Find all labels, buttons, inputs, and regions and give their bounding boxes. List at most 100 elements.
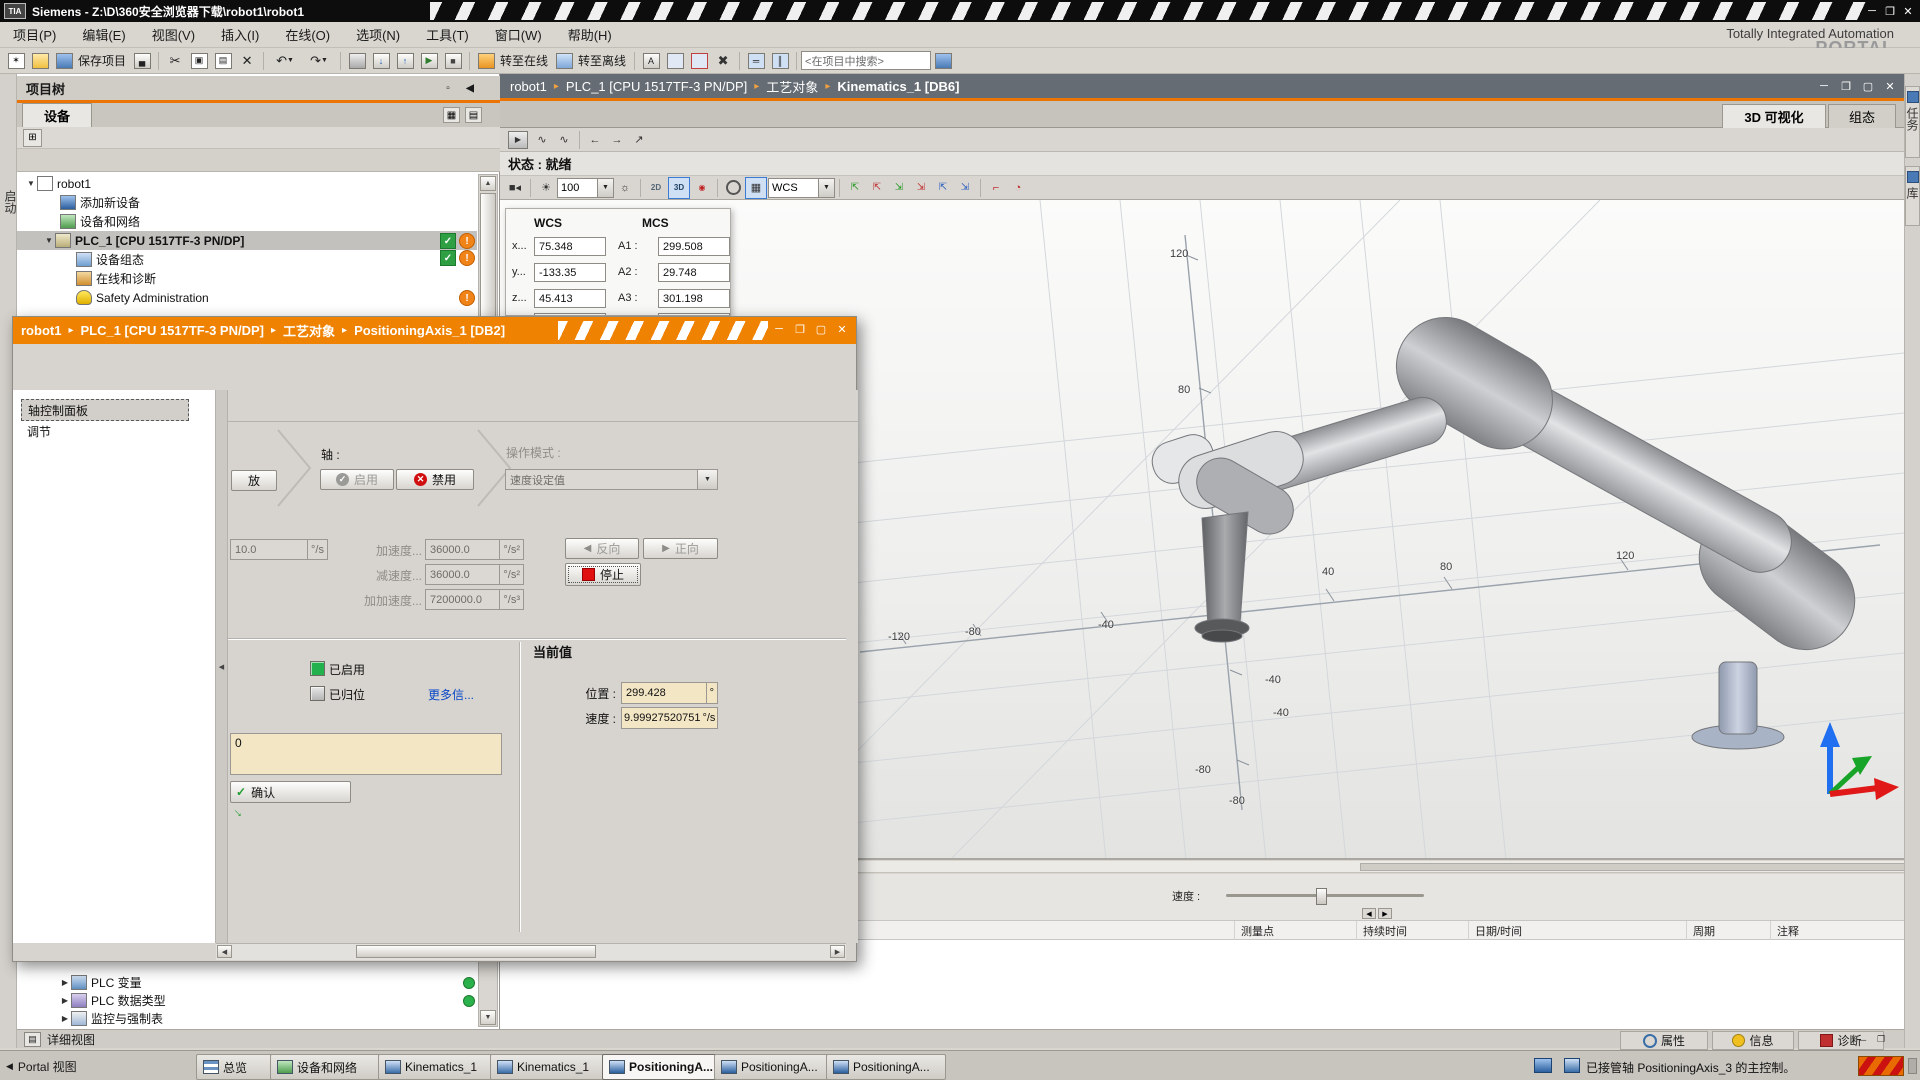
- view-yx-icon[interactable]: ⇱: [933, 178, 953, 198]
- breadcrumb-item-current[interactable]: PositioningAxis_1 [DB2]: [354, 323, 505, 338]
- scrollbar-thumb[interactable]: [356, 945, 596, 958]
- menu-project[interactable]: 项目(P): [0, 22, 69, 47]
- window-hscrollbar[interactable]: ◀ ▶: [216, 943, 846, 960]
- taskbar-item-positioningaxis3[interactable]: PositioningA...: [826, 1054, 946, 1080]
- tab-devices[interactable]: 设备: [22, 103, 92, 127]
- decel-field[interactable]: 36000.0 °/s²: [425, 564, 524, 585]
- expander-icon[interactable]: ▼: [25, 179, 37, 188]
- enable-button[interactable]: ✓ 启用: [320, 469, 394, 490]
- view-3d-target-icon[interactable]: ◉: [692, 178, 712, 198]
- breadcrumb-item-current[interactable]: Kinematics_1 [DB6]: [837, 79, 959, 94]
- scroll-down-icon[interactable]: ▼: [480, 1010, 496, 1025]
- column-header[interactable]: 持续时间: [1356, 921, 1475, 941]
- detail-view-bar[interactable]: ▤ 详细视图: [17, 1029, 500, 1048]
- window-minimize-icon[interactable]: ─: [771, 321, 787, 337]
- step-back-icon[interactable]: ←: [585, 130, 605, 150]
- stop-simulation-icon[interactable]: [688, 51, 710, 71]
- taskbar-item-kinematics1[interactable]: Kinematics_1: [378, 1054, 498, 1080]
- dropdown-icon[interactable]: ▼: [818, 179, 834, 197]
- split-vertical-icon[interactable]: ║: [769, 51, 791, 71]
- collapse-panel-icon[interactable]: ◀: [462, 80, 478, 96]
- go-online-label[interactable]: 转至在线: [500, 52, 548, 69]
- save-project-label[interactable]: 保存项目: [78, 52, 126, 69]
- trace-curve1-icon[interactable]: ∿: [532, 130, 552, 150]
- dropdown-icon[interactable]: ▼: [697, 470, 717, 489]
- view-xy-icon[interactable]: ⇲: [955, 178, 975, 198]
- pane-restore-icon[interactable]: ❐: [1838, 78, 1854, 94]
- coord-value[interactable]: 45.413: [534, 289, 606, 308]
- tree-row-online-diag[interactable]: 在线和诊断: [17, 269, 477, 288]
- column-header[interactable]: 测量点: [1234, 921, 1363, 941]
- nav-splitter[interactable]: ◀: [216, 390, 228, 943]
- orbit-icon[interactable]: ◔: [1008, 178, 1028, 198]
- breadcrumb-item[interactable]: PLC_1 [CPU 1517TF-3 PN/DP]: [566, 79, 747, 94]
- expander-icon[interactable]: ▶: [59, 996, 71, 1005]
- view-xz-icon[interactable]: ⇱: [867, 178, 887, 198]
- view-3d-icon[interactable]: 3D: [668, 177, 690, 199]
- split-horizontal-icon[interactable]: ═: [745, 51, 767, 71]
- view-yz-icon[interactable]: ⇲: [911, 178, 931, 198]
- search-input[interactable]: [801, 51, 931, 70]
- tree-row-robot1[interactable]: ▼ robot1: [17, 174, 477, 193]
- coordinate-system-combo[interactable]: WCS ▼: [768, 178, 835, 198]
- view-zy-icon[interactable]: ⇲: [889, 178, 909, 198]
- nav-tuning[interactable]: 调节: [21, 421, 187, 441]
- tree-row-plc-datatypes[interactable]: ▶ PLC 数据类型: [17, 991, 477, 1010]
- pane-minimize-icon[interactable]: ─: [1816, 78, 1832, 94]
- dropdown-icon[interactable]: ▼: [597, 179, 613, 197]
- forward-button[interactable]: ▶ 正向: [643, 538, 718, 559]
- view-2d-icon[interactable]: 2D: [646, 178, 666, 198]
- disable-button[interactable]: ✕ 禁用: [396, 469, 474, 490]
- start-cpu-icon[interactable]: ▶: [418, 51, 440, 71]
- trace-curve2-icon[interactable]: ∿: [554, 130, 574, 150]
- stop-cpu-icon[interactable]: ■: [442, 51, 464, 71]
- step-forward-icon[interactable]: →: [607, 130, 627, 150]
- tab-tasks[interactable]: 任务: [1905, 86, 1920, 158]
- menu-edit[interactable]: 编辑(E): [69, 22, 138, 47]
- coord-value[interactable]: 75.348: [534, 237, 606, 256]
- menu-online[interactable]: 在线(O): [272, 22, 343, 47]
- tree-row-devices-networks[interactable]: 设备和网络: [17, 212, 477, 231]
- breadcrumb-item[interactable]: robot1: [21, 323, 61, 338]
- tab-info[interactable]: 信息: [1712, 1031, 1794, 1050]
- inspector-minimize-icon[interactable]: ─: [1856, 1033, 1870, 1046]
- taskbar-item-kinematics1-2[interactable]: Kinematics_1: [490, 1054, 610, 1080]
- expander-icon[interactable]: ▶: [59, 1014, 71, 1023]
- jerk-field[interactable]: 7200000.0 °/s³: [425, 589, 524, 610]
- window-dock-icon[interactable]: ❐: [792, 321, 808, 337]
- breadcrumb-item[interactable]: 工艺对象: [283, 321, 335, 340]
- float-panel-icon[interactable]: ▫: [440, 80, 456, 96]
- zoom-100-icon[interactable]: [723, 178, 743, 198]
- trace-record-icon[interactable]: ▶: [506, 130, 530, 150]
- collapse-nav-icon[interactable]: ◀: [216, 656, 227, 678]
- tab-libraries[interactable]: 库: [1905, 166, 1920, 226]
- tree-row-safety-admin[interactable]: Safety Administration: [17, 288, 477, 307]
- column-header[interactable]: 日期/时间: [1468, 921, 1693, 941]
- grid-toggle-icon[interactable]: ▦: [745, 177, 767, 199]
- brightness-icon[interactable]: ☀: [536, 178, 556, 198]
- open-project-icon[interactable]: [29, 51, 51, 71]
- expand-all-icon[interactable]: ⊞: [23, 129, 42, 147]
- scroll-up-icon[interactable]: ▲: [480, 176, 496, 191]
- table-scroll-left-icon[interactable]: ◀: [1362, 908, 1376, 919]
- coord-value[interactable]: 29.748: [658, 263, 730, 282]
- speed-slider-thumb[interactable]: [1316, 888, 1327, 905]
- expander-icon[interactable]: ▼: [43, 236, 55, 245]
- restore-button[interactable]: ❐: [1882, 3, 1898, 19]
- taskbar-item-positioningaxis-active[interactable]: PositioningA...: [602, 1054, 722, 1080]
- pane-maximize-icon[interactable]: ▢: [1860, 78, 1876, 94]
- cut-icon[interactable]: ✂: [164, 51, 186, 71]
- tree-row-plc-tags[interactable]: ▶ PLC 变量: [17, 973, 477, 992]
- table-scroll-right-icon[interactable]: ▶: [1378, 908, 1392, 919]
- menu-help[interactable]: 帮助(H): [555, 22, 625, 47]
- coord-value[interactable]: 301.198: [658, 289, 730, 308]
- delete-icon[interactable]: ✕: [236, 51, 258, 71]
- tree-row-watch-tables[interactable]: ▶ 监控与强制表: [17, 1009, 477, 1028]
- axis-window-titlebar[interactable]: robot1 ▸ PLC_1 [CPU 1517TF-3 PN/DP] ▸ 工艺…: [13, 317, 856, 344]
- zoom-level-combo[interactable]: 100 ▼: [557, 178, 614, 198]
- window-maximize-icon[interactable]: ▢: [813, 321, 829, 337]
- save-project-icon[interactable]: [53, 51, 75, 71]
- redo-icon[interactable]: ↷▼: [303, 51, 335, 71]
- velocity-field[interactable]: 10.0 °/s: [230, 539, 328, 560]
- go-online-icon[interactable]: [475, 51, 497, 71]
